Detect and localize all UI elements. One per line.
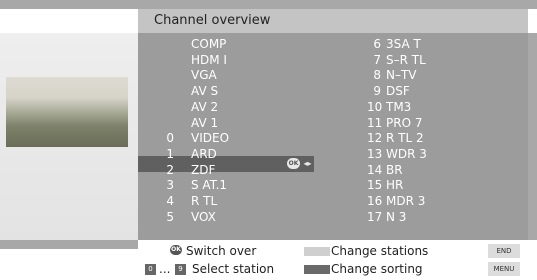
channel-number: 9 [373, 84, 381, 99]
ok-icon: OK [170, 245, 182, 255]
channel-name: S–R TL [386, 52, 426, 67]
channel-name: DSF [386, 84, 410, 99]
channel-name: TM3 [386, 99, 412, 114]
channel-name: MDR 3 [386, 194, 426, 208]
channel-number: 17 [367, 209, 383, 224]
channel-name: 3SA T [386, 37, 421, 51]
change-sorting-label: Change sorting [331, 262, 423, 276]
channel-row[interactable]: 10 TM3 [0, 100, 537, 115]
channel-row[interactable]: 9 DSF [0, 84, 537, 99]
channel-name: N 3 [386, 209, 407, 224]
channel-name: R TL 2 [386, 131, 424, 146]
select-station-label: Select station [192, 262, 275, 276]
change-stations-label: Change stations [331, 244, 429, 258]
channel-number: 10 [367, 99, 383, 114]
ellipsis-label: ... [159, 262, 171, 276]
channel-number: 11 [367, 115, 383, 130]
footer-legend: OK Switch over 0 ... 9 Select station Ch… [138, 240, 528, 280]
channel-number: 12 [367, 131, 383, 146]
channel-row[interactable]: 16 MDR 3 [0, 194, 537, 209]
page-title: Channel overview [138, 9, 528, 33]
channel-name: PRO 7 [386, 115, 423, 130]
footer-left-border [0, 240, 138, 249]
change-stations-color-key[interactable] [304, 247, 330, 256]
change-sorting-color-key[interactable] [304, 265, 330, 274]
channel-name: N–TV [386, 68, 417, 83]
channel-name: WDR 3 [386, 146, 427, 161]
channel-row[interactable]: 15 HR [0, 178, 537, 193]
key-0-icon: 0 [145, 264, 156, 275]
channel-number: 7 [373, 52, 381, 67]
channel-number: 15 [367, 178, 383, 193]
channel-row[interactable]: 17 N 3 [0, 210, 537, 225]
left-right-arrows-icon: ◂▸ [303, 159, 312, 168]
channel-name: BR [386, 162, 403, 177]
channel-number: 8 [373, 68, 381, 83]
channel-number: 14 [367, 162, 383, 177]
channel-number: 16 [367, 194, 383, 208]
channel-number: 6 [373, 37, 381, 51]
key-9-icon: 9 [175, 264, 186, 275]
channel-row[interactable]: 7 S–R TL [0, 53, 537, 68]
channel-row[interactable]: 12 R TL 2 [0, 131, 537, 146]
channel-row[interactable]: 6 3SA T [0, 37, 537, 52]
channel-row[interactable]: 8 N–TV [0, 68, 537, 83]
channel-row[interactable]: 14 BR [0, 163, 537, 178]
channel-row[interactable]: 11 PRO 7 [0, 116, 537, 131]
top-border [0, 0, 537, 9]
end-button[interactable]: END [488, 244, 520, 258]
switch-over-label: Switch over [186, 244, 257, 258]
channel-row[interactable]: 13 WDR 3 [0, 147, 537, 162]
menu-button[interactable]: MENU [488, 262, 520, 276]
channel-name: HR [386, 178, 404, 193]
channel-number: 13 [367, 146, 383, 161]
ok-icon: OK [287, 158, 300, 169]
